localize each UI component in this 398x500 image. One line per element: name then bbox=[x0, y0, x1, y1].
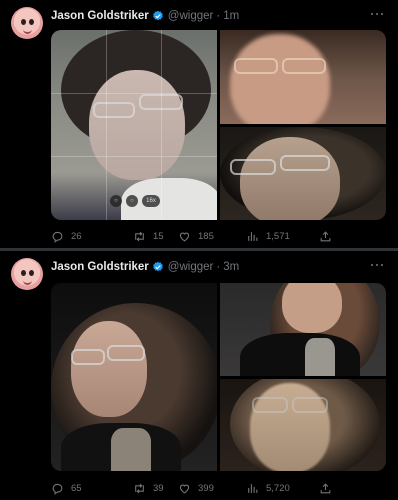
share-button[interactable] bbox=[319, 479, 339, 497]
author-handle[interactable]: @wigger bbox=[168, 10, 214, 22]
author-handle[interactable]: @wigger bbox=[168, 261, 214, 273]
timestamp[interactable]: 3m bbox=[223, 261, 239, 273]
view-count: 1,571 bbox=[266, 230, 290, 242]
retweet-button[interactable]: 39 bbox=[133, 479, 164, 497]
retweet-icon bbox=[135, 483, 144, 493]
verified-badge-icon bbox=[152, 10, 163, 21]
retweet-count: 15 bbox=[153, 230, 164, 242]
separator-dot: · bbox=[216, 10, 221, 22]
share-button[interactable] bbox=[319, 227, 339, 245]
like-icon bbox=[179, 484, 190, 493]
tweet[interactable]: Jason Goldstriker @wigger · 3m 65 39 399… bbox=[0, 251, 398, 500]
avatar-eye bbox=[21, 19, 26, 25]
avatar[interactable] bbox=[11, 7, 43, 39]
reply-icon bbox=[52, 231, 63, 243]
separator-dot: · bbox=[216, 261, 221, 273]
reply-count: 26 bbox=[71, 230, 82, 242]
media-badges: ○ ○ 16x bbox=[110, 195, 160, 207]
more-icon[interactable] bbox=[370, 260, 384, 270]
like-count: 399 bbox=[198, 482, 214, 494]
like-button[interactable]: 399 bbox=[178, 479, 214, 497]
like-count: 185 bbox=[198, 230, 214, 242]
reply-button[interactable]: 65 bbox=[51, 479, 82, 497]
photo-2[interactable] bbox=[220, 30, 386, 124]
retweet-button[interactable]: 15 bbox=[133, 227, 164, 245]
photo-2[interactable] bbox=[220, 283, 386, 376]
avatar-mouth bbox=[23, 29, 32, 34]
action-bar: 26 15 185 1,571 bbox=[51, 227, 386, 245]
reply-count: 65 bbox=[71, 482, 82, 494]
media-grid[interactable]: ○ ○ 16x bbox=[51, 30, 386, 220]
media-badge: ○ bbox=[110, 195, 122, 207]
author-name[interactable]: Jason Goldstriker bbox=[51, 10, 149, 22]
avatar-mouth bbox=[23, 280, 32, 285]
photo-3[interactable] bbox=[220, 379, 386, 471]
more-icon[interactable] bbox=[370, 9, 384, 19]
views-icon bbox=[248, 231, 258, 241]
photo-3[interactable] bbox=[220, 127, 386, 220]
views-button[interactable]: 1,571 bbox=[246, 227, 290, 245]
avatar-eye bbox=[29, 19, 34, 25]
photo-1[interactable] bbox=[51, 30, 217, 220]
retweet-icon bbox=[135, 231, 144, 241]
media-badge: ○ bbox=[126, 195, 138, 207]
reply-icon bbox=[52, 483, 63, 495]
timestamp[interactable]: 1m bbox=[223, 10, 239, 22]
avatar-eye bbox=[29, 270, 34, 276]
action-bar: 65 39 399 5,720 bbox=[51, 479, 386, 497]
like-icon bbox=[179, 232, 190, 241]
views-button[interactable]: 5,720 bbox=[246, 479, 290, 497]
author-name[interactable]: Jason Goldstriker bbox=[51, 261, 149, 273]
view-count: 5,720 bbox=[266, 482, 290, 494]
avatar-eye bbox=[21, 270, 26, 276]
share-icon bbox=[320, 482, 331, 493]
media-badge: 16x bbox=[142, 195, 160, 207]
like-button[interactable]: 185 bbox=[178, 227, 214, 245]
verified-badge-icon bbox=[152, 261, 163, 272]
media-grid[interactable] bbox=[51, 283, 386, 471]
photo-1[interactable] bbox=[51, 283, 217, 471]
share-icon bbox=[320, 230, 331, 241]
tweet-header: Jason Goldstriker @wigger · 1m bbox=[51, 8, 239, 24]
tweet[interactable]: Jason Goldstriker @wigger · 1m ○ ○ 16x 2… bbox=[0, 0, 398, 248]
avatar[interactable] bbox=[11, 258, 43, 290]
retweet-count: 39 bbox=[153, 482, 164, 494]
tweet-header: Jason Goldstriker @wigger · 3m bbox=[51, 259, 239, 275]
views-icon bbox=[248, 483, 258, 493]
reply-button[interactable]: 26 bbox=[51, 227, 82, 245]
